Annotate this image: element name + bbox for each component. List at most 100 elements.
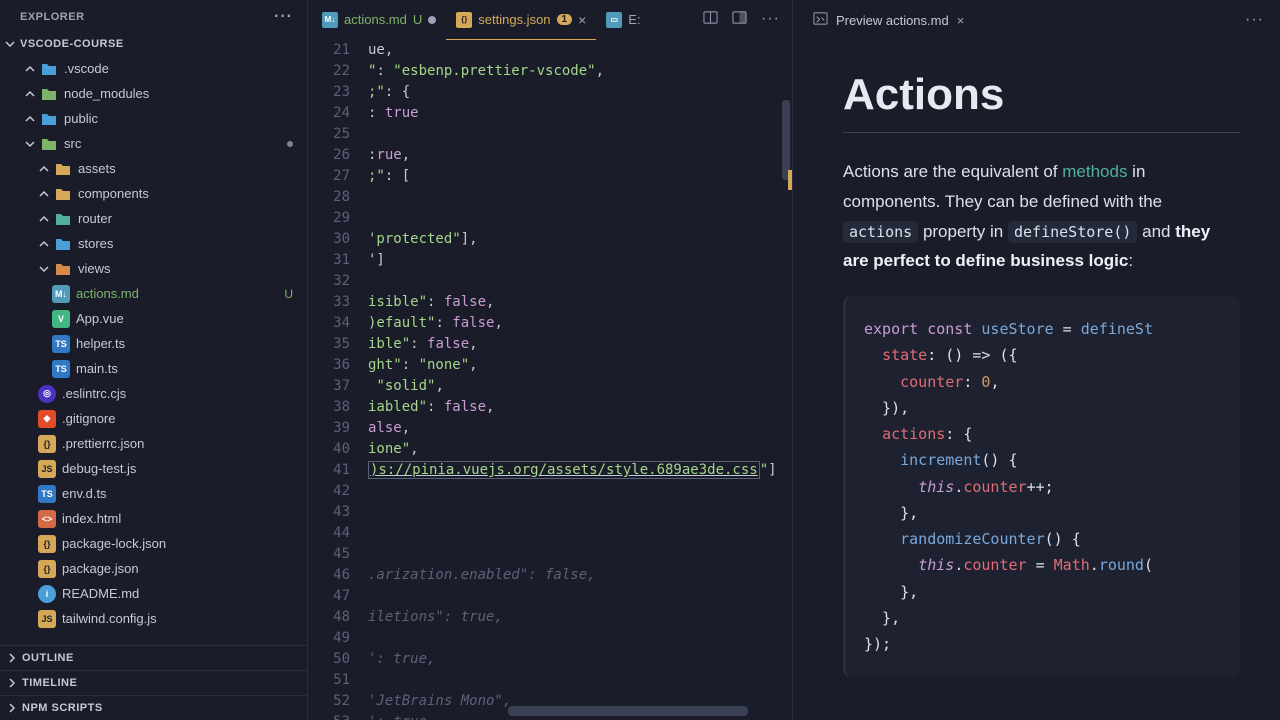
code-line[interactable]: ': true,	[368, 649, 792, 670]
code-line[interactable]	[368, 544, 792, 565]
code-line[interactable]: ": "esbenp.prettier-vscode",	[368, 61, 792, 82]
code-line[interactable]: ;": [	[368, 166, 792, 187]
code-line[interactable]	[368, 523, 792, 544]
file-.prettierrc.json[interactable]: {}.prettierrc.json	[0, 431, 307, 456]
code-line[interactable]	[368, 208, 792, 229]
explorer-more-icon[interactable]: ···	[274, 8, 293, 26]
code-line[interactable]	[368, 586, 792, 607]
bottom-sections: OUTLINE TIMELINE NPM SCRIPTS	[0, 645, 307, 720]
file-env.d.ts[interactable]: TSenv.d.ts	[0, 481, 307, 506]
code-line[interactable]: alse,	[368, 418, 792, 439]
code-line[interactable]	[368, 187, 792, 208]
folder-.vscode[interactable]: .vscode	[0, 56, 307, 81]
file-type-icon: TS	[52, 360, 70, 378]
code-line[interactable]	[368, 502, 792, 523]
minimap[interactable]	[778, 40, 792, 720]
file-debug-test.js[interactable]: JSdebug-test.js	[0, 456, 307, 481]
line-number: 29	[308, 208, 350, 229]
file-index.html[interactable]: <>index.html	[0, 506, 307, 531]
line-number: 22	[308, 61, 350, 82]
folder-router[interactable]: router	[0, 206, 307, 231]
code-line[interactable]: ione",	[368, 439, 792, 460]
folder-views[interactable]: views	[0, 256, 307, 281]
timeline-section[interactable]: TIMELINE	[0, 670, 307, 695]
preview-paragraph: Actions are the equivalent of methods in…	[843, 157, 1240, 276]
horizontal-scrollbar[interactable]	[508, 706, 748, 716]
file-helper.ts[interactable]: TShelper.ts	[0, 331, 307, 356]
tab-settings-json[interactable]: {} settings.json 1 ×	[446, 0, 596, 40]
file-package-lock.json[interactable]: {}package-lock.json	[0, 531, 307, 556]
preview-more-icon[interactable]: ···	[1245, 11, 1280, 29]
code-line[interactable]: ;": {	[368, 82, 792, 103]
code-line[interactable]: iabled": false,	[368, 397, 792, 418]
npm-scripts-section[interactable]: NPM SCRIPTS	[0, 695, 307, 720]
file-actions.md[interactable]: M↓actions.mdU	[0, 281, 307, 306]
code-editor[interactable]: 2122232425262728293031323334353637383940…	[308, 40, 792, 720]
code-line[interactable]	[368, 271, 792, 292]
code-line[interactable]: )s://pinia.vuejs.org/assets/style.689ae3…	[368, 460, 792, 481]
editor-area: M↓ actions.md U {} settings.json 1 × ▭ E…	[307, 0, 1280, 720]
line-number: 23	[308, 82, 350, 103]
tab-actions-md[interactable]: M↓ actions.md U	[312, 0, 446, 40]
preview-body: Actions Actions are the equivalent of me…	[793, 40, 1280, 720]
file-tailwind.config.js[interactable]: JStailwind.config.js	[0, 606, 307, 631]
tab-preview-actions[interactable]: Preview actions.md ×	[801, 11, 976, 29]
code-line[interactable]: .arization.enabled": false,	[368, 565, 792, 586]
code-line[interactable]	[368, 670, 792, 691]
code-line[interactable]: ght": "none",	[368, 355, 792, 376]
preview-icon	[813, 11, 828, 29]
file-type-icon: JS	[38, 610, 56, 628]
more-actions-icon[interactable]: ···	[761, 10, 780, 30]
code-line[interactable]: "solid",	[368, 376, 792, 397]
file-type-icon: {}	[38, 535, 56, 553]
line-number: 47	[308, 586, 350, 607]
outline-section[interactable]: OUTLINE	[0, 645, 307, 670]
git-status-badge: U	[284, 287, 293, 301]
folder-assets[interactable]: assets	[0, 156, 307, 181]
code-line[interactable]	[368, 124, 792, 145]
code-defineStore: defineStore()	[1008, 221, 1137, 243]
folder-icon	[40, 135, 58, 153]
code-line[interactable]: isible": false,	[368, 292, 792, 313]
file-.eslintrc.cjs[interactable]: ◎.eslintrc.cjs	[0, 381, 307, 406]
file-README.md[interactable]: iREADME.md	[0, 581, 307, 606]
code-line[interactable]: ']	[368, 250, 792, 271]
code-line[interactable]: )efault": false,	[368, 313, 792, 334]
code-line[interactable]: 'protected"],	[368, 229, 792, 250]
project-section-header[interactable]: VSCODE-COURSE	[0, 32, 307, 56]
open-preview-icon[interactable]	[703, 10, 718, 30]
close-icon[interactable]: ×	[957, 13, 965, 28]
tree-item-label: index.html	[62, 511, 121, 526]
tree-item-label: package.json	[62, 561, 139, 576]
editor-group-left: M↓ actions.md U {} settings.json 1 × ▭ E…	[307, 0, 792, 720]
folder-src[interactable]: src	[0, 131, 307, 156]
code-line[interactable]: : true	[368, 103, 792, 124]
code-line[interactable]: ible": false,	[368, 334, 792, 355]
code-line[interactable]: :rue,	[368, 145, 792, 166]
close-icon[interactable]: ×	[578, 12, 586, 28]
code-line[interactable]	[368, 481, 792, 502]
folder-components[interactable]: components	[0, 181, 307, 206]
code-line[interactable]: iletions": true,	[368, 607, 792, 628]
code-lines[interactable]: ue,": "esbenp.prettier-vscode",;": {: tr…	[368, 40, 792, 720]
code-line[interactable]: ue,	[368, 40, 792, 61]
modified-dot-icon	[428, 16, 436, 24]
tab-overflow[interactable]: ▭ E:	[596, 0, 650, 40]
folder-public[interactable]: public	[0, 106, 307, 131]
line-number: 43	[308, 502, 350, 523]
line-number: 48	[308, 607, 350, 628]
split-editor-icon[interactable]	[732, 10, 747, 30]
line-number: 28	[308, 187, 350, 208]
file-.gitignore[interactable]: ◆.gitignore	[0, 406, 307, 431]
methods-link[interactable]: methods	[1062, 162, 1127, 181]
minimap-thumb[interactable]	[782, 100, 790, 180]
line-number: 35	[308, 334, 350, 355]
folder-node_modules[interactable]: node_modules	[0, 81, 307, 106]
code-line[interactable]	[368, 628, 792, 649]
tree-item-label: debug-test.js	[62, 461, 136, 476]
tree-item-label: stores	[78, 236, 113, 251]
folder-stores[interactable]: stores	[0, 231, 307, 256]
file-package.json[interactable]: {}package.json	[0, 556, 307, 581]
file-App.vue[interactable]: VApp.vue	[0, 306, 307, 331]
file-main.ts[interactable]: TSmain.ts	[0, 356, 307, 381]
